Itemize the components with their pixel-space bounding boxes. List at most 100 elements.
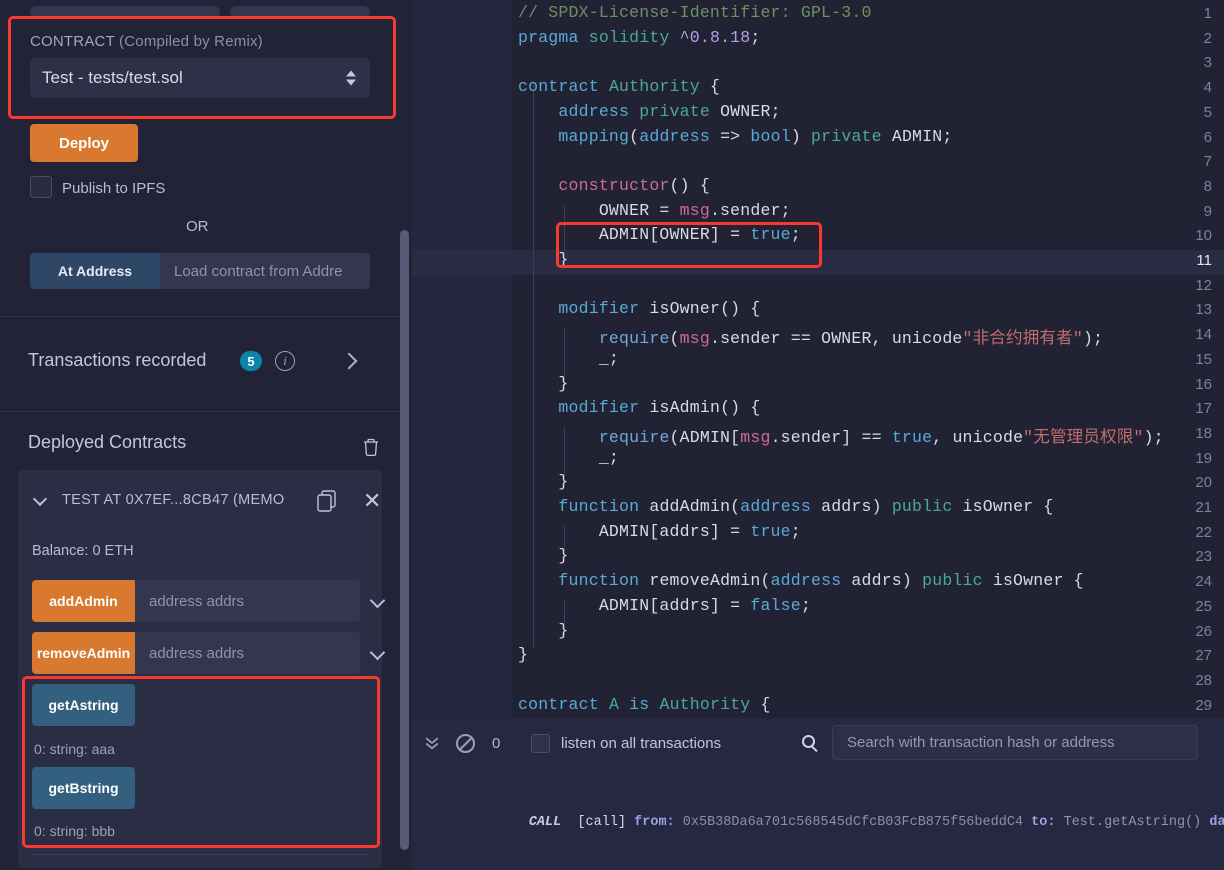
- contract-sublabel-text: (Compiled by Remix): [119, 33, 263, 50]
- code-line-25[interactable]: ADMIN[addrs] = false;: [518, 596, 811, 615]
- code-line-22[interactable]: ADMIN[addrs] = true;: [518, 522, 801, 541]
- code-line-29[interactable]: contract A is Authority {: [518, 695, 771, 714]
- panel-top-stubs: [0, 6, 410, 20]
- code-line-9[interactable]: OWNER = msg.sender;: [518, 201, 791, 220]
- line-number-26: 26: [1195, 622, 1212, 640]
- deployed-contract-card: TEST AT 0X7EF...8CB47 (MEMO ✕ Balance: 0…: [18, 470, 386, 868]
- code-line-5[interactable]: address private OWNER;: [518, 102, 781, 121]
- transaction-search-wrapper[interactable]: [832, 725, 1198, 760]
- card-chevron-down-icon[interactable]: [32, 491, 48, 507]
- getAstring-button[interactable]: getAstring: [32, 684, 135, 726]
- remix-terminal: 0 listen on all transactions CALL [call]…: [412, 718, 1224, 870]
- line-number-5: 5: [1203, 103, 1212, 121]
- code-line-11[interactable]: }: [518, 250, 569, 269]
- divider-above-deployed: [0, 411, 410, 412]
- line-number-9: 9: [1203, 202, 1212, 220]
- code-line-14[interactable]: require(msg.sender == OWNER, unicode"非合约…: [518, 324, 1103, 348]
- at-address-input[interactable]: [160, 253, 370, 289]
- log-tag: [call]: [577, 815, 627, 830]
- function-row-removeAdmin: removeAdmin: [32, 632, 386, 674]
- card-bottom-divider: [32, 854, 368, 855]
- line-number-19: 19: [1195, 449, 1212, 467]
- contract-label-text: CONTRACT: [30, 33, 115, 50]
- code-line-10[interactable]: ADMIN[OWNER] = true;: [518, 225, 801, 244]
- contract-select[interactable]: Test - tests/test.sol: [30, 58, 370, 98]
- code-line-27[interactable]: }: [518, 645, 528, 664]
- line-number-21: 21: [1195, 499, 1212, 516]
- spinner-arrows-icon[interactable]: [346, 70, 356, 86]
- code-line-6[interactable]: mapping(address => bool) private ADMIN;: [518, 127, 952, 146]
- code-line-8[interactable]: constructor() {: [518, 176, 710, 195]
- line-number-28: 28: [1195, 671, 1212, 689]
- code-line-19[interactable]: _;: [518, 448, 619, 467]
- log-kind: CALL: [528, 815, 562, 830]
- listen-all-transactions-checkbox[interactable]: [531, 734, 550, 753]
- line-number-29: 29: [1195, 696, 1212, 714]
- line-number-1: 1: [1203, 5, 1212, 22]
- line-number-14: 14: [1195, 326, 1212, 344]
- code-line-15[interactable]: _;: [518, 349, 619, 368]
- deploy-button[interactable]: Deploy: [30, 124, 138, 162]
- line-number-7: 7: [1203, 153, 1212, 171]
- getBstring-result: 0: string: bbb: [34, 823, 115, 839]
- clear-console-icon[interactable]: [456, 734, 475, 753]
- editor-gutter: [412, 0, 512, 718]
- code-editor[interactable]: 1 // SPDX-License-Identifier: GPL-3.0 2 pra…: [412, 0, 1224, 718]
- deployed-contract-header[interactable]: TEST AT 0X7EF...8CB47 (MEMO: [62, 492, 302, 508]
- line-number-12: 12: [1195, 276, 1212, 294]
- transactions-recorded-label: Transactions recorded: [28, 350, 207, 370]
- publish-ipfs-checkbox[interactable]: [30, 176, 52, 198]
- code-line-1[interactable]: // SPDX-License-Identifier: GPL-3.0: [518, 3, 872, 22]
- code-line-4[interactable]: contract Authority {: [518, 77, 720, 96]
- line-number-2: 2: [1203, 29, 1212, 47]
- chevron-right-icon[interactable]: [340, 352, 358, 370]
- code-line-17[interactable]: modifier isAdmin() {: [518, 398, 761, 417]
- trash-icon[interactable]: [362, 437, 380, 457]
- line-number-20: 20: [1195, 474, 1212, 492]
- removeAdmin-expand-icon[interactable]: [369, 644, 386, 661]
- log-from-label: from:: [634, 815, 675, 830]
- code-line-24[interactable]: function removeAdmin(address addrs) publ…: [518, 571, 1084, 590]
- line-number-10: 10: [1195, 227, 1212, 245]
- info-icon[interactable]: i: [275, 351, 295, 371]
- at-address-button[interactable]: At Address: [30, 253, 160, 289]
- code-line-2[interactable]: pragma solidity ^0.8.18;: [518, 28, 761, 47]
- terminal-toolbar: 0 listen on all transactions: [412, 718, 1224, 768]
- copy-icon[interactable]: [316, 489, 338, 513]
- code-line-20[interactable]: }: [518, 472, 569, 491]
- listen-all-transactions-label: listen on all transactions: [561, 735, 722, 752]
- double-chevron-down-icon[interactable]: [424, 735, 440, 751]
- left-panel-scrollbar[interactable]: [400, 230, 409, 850]
- line-number-8: 8: [1203, 177, 1212, 195]
- code-line-18[interactable]: require(ADMIN[msg.sender] == true, unico…: [518, 423, 1164, 447]
- line-number-23: 23: [1195, 548, 1212, 566]
- line-number-25: 25: [1195, 597, 1212, 615]
- top-stub-right: [230, 6, 370, 18]
- addAdmin-input[interactable]: [135, 580, 360, 622]
- search-icon[interactable]: [802, 735, 815, 748]
- log-data-label: data:: [1209, 815, 1224, 830]
- addAdmin-expand-icon[interactable]: [369, 592, 386, 609]
- contract-select-value: Test - tests/test.sol: [42, 68, 183, 87]
- transaction-search-input[interactable]: [833, 726, 1197, 759]
- divider-above-transactions: [0, 316, 410, 317]
- removeAdmin-button[interactable]: removeAdmin: [32, 632, 135, 674]
- line-number-24: 24: [1195, 573, 1212, 591]
- addAdmin-button[interactable]: addAdmin: [32, 580, 135, 622]
- code-line-23[interactable]: }: [518, 546, 569, 565]
- line-number-11: 11: [1196, 252, 1212, 269]
- line-number-27: 27: [1195, 647, 1212, 665]
- publish-ipfs-label: Publish to IPFS: [62, 180, 166, 197]
- code-line-26[interactable]: }: [518, 621, 569, 640]
- line-number-15: 15: [1195, 350, 1212, 368]
- removeAdmin-input[interactable]: [135, 632, 360, 674]
- code-line-13[interactable]: modifier isOwner() {: [518, 299, 761, 318]
- close-icon[interactable]: ✕: [363, 490, 381, 512]
- code-line-21[interactable]: function addAdmin(address addrs) public …: [518, 497, 1053, 516]
- terminal-log-entry[interactable]: CALL [call] from: 0x5B38Da6a701c568545dC…: [464, 800, 1224, 845]
- getBstring-button[interactable]: getBstring: [32, 767, 135, 809]
- line-number-4: 4: [1203, 79, 1212, 97]
- contract-label: CONTRACT (Compiled by Remix): [30, 33, 263, 50]
- line-number-13: 13: [1195, 301, 1212, 319]
- code-line-16[interactable]: }: [518, 374, 569, 393]
